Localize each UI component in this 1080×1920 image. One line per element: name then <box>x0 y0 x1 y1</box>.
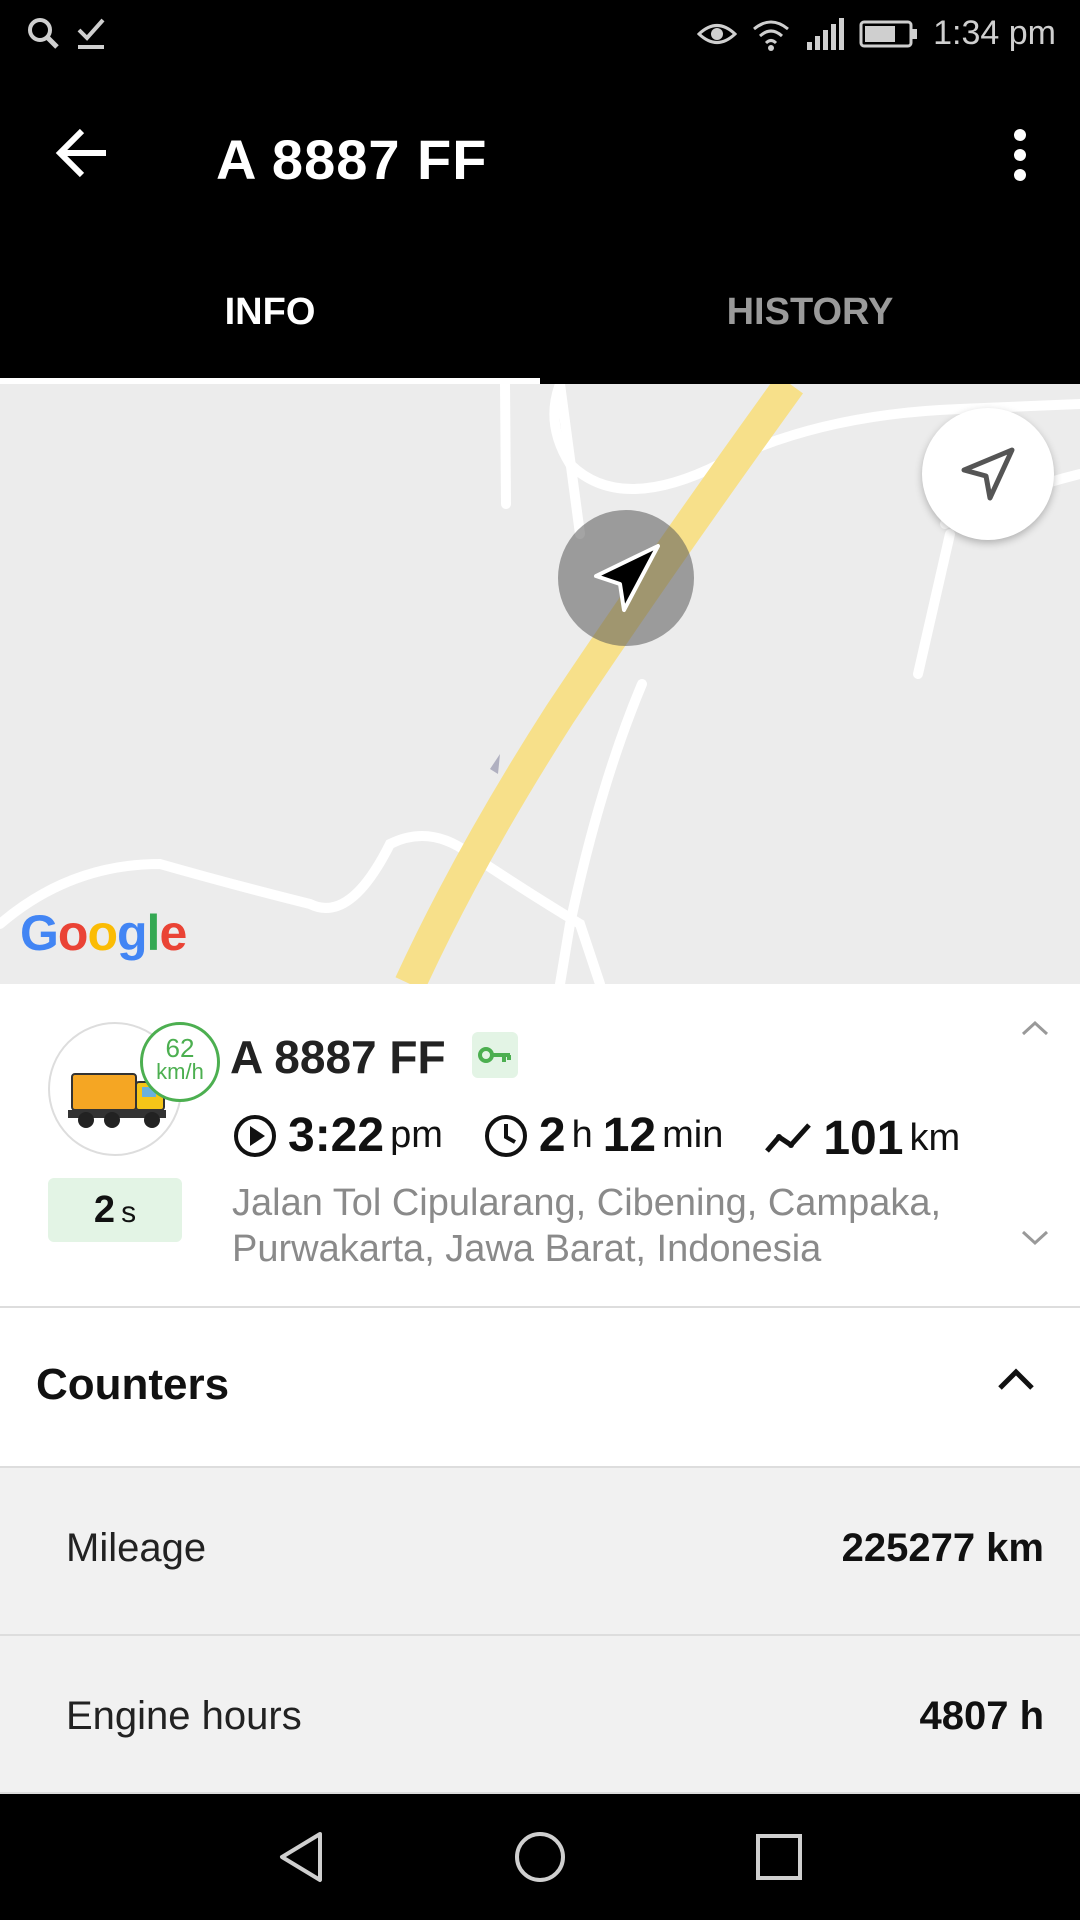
arrow-back-icon[interactable] <box>52 123 112 183</box>
distance-value: 101 <box>823 1112 904 1165</box>
chevron-down-icon[interactable] <box>1020 1228 1050 1248</box>
search-icon <box>28 18 59 49</box>
status-bar: 1:34 pm <box>0 0 1080 75</box>
tab-bar: INFO HISTORY <box>0 240 1080 384</box>
signal-icon <box>807 17 845 50</box>
duration-hours: 2 <box>538 1109 566 1162</box>
clock-icon <box>484 1114 527 1157</box>
wifi-icon <box>753 20 790 51</box>
chevron-up-icon[interactable] <box>1020 1018 1050 1038</box>
last-message-age-badge: 2 s <box>48 1178 182 1242</box>
play-circle-icon <box>234 1114 276 1157</box>
tab-history-label: HISTORY <box>726 290 894 333</box>
trip-start-time: 3:22 pm <box>232 1108 453 1163</box>
page-title: A 8887 FF <box>216 128 488 191</box>
counter-row-mileage: Mileage 225277 km <box>0 1468 1080 1636</box>
counters-title: Counters <box>36 1360 230 1409</box>
speed-badge: 62 km/h <box>140 1022 220 1102</box>
counter-row-engine-hours: Engine hours 4807 h <box>0 1636 1080 1794</box>
back-triangle-icon[interactable] <box>270 1826 332 1888</box>
recents-square-icon[interactable] <box>748 1826 810 1888</box>
duration-minutes-unit: min <box>662 1114 724 1156</box>
vehicle-heading-arrow-icon <box>594 544 660 612</box>
app-bar: A 8887 FF <box>0 75 1080 240</box>
duration-minutes: 12 <box>602 1109 657 1162</box>
system-nav-bar <box>0 1794 1080 1920</box>
counter-value: 4807 h <box>919 1694 1044 1738</box>
unit-address: Jalan Tol Cipularang, Cibening, Campaka,… <box>232 1182 942 1270</box>
home-circle-icon[interactable] <box>509 1826 571 1888</box>
map-view[interactable]: Google <box>0 384 1080 984</box>
eye-icon <box>697 23 738 44</box>
battery-icon <box>859 20 918 47</box>
more-vert-icon[interactable] <box>1000 125 1040 185</box>
trip-duration: 2 h 12 min <box>483 1108 733 1163</box>
ignition-badge <box>472 1032 518 1078</box>
trend-line-icon <box>765 1122 812 1153</box>
map-roads <box>0 384 1080 984</box>
counter-label: Mileage <box>66 1526 207 1570</box>
locate-button[interactable] <box>922 408 1054 540</box>
checkmark-icon <box>77 18 105 49</box>
key-icon <box>478 1047 511 1063</box>
unit-name: A 8887 FF <box>230 1031 446 1083</box>
tab-info-label: INFO <box>224 290 316 333</box>
vehicle-marker[interactable] <box>558 510 694 646</box>
distance-unit: km <box>909 1117 961 1159</box>
time-value: 3:22 <box>288 1109 385 1162</box>
age-unit: s <box>121 1196 137 1229</box>
tab-history[interactable]: HISTORY <box>540 240 1080 384</box>
trip-distance: 101 km <box>763 1111 970 1166</box>
time-unit: pm <box>390 1114 443 1156</box>
clock: 1:34 pm <box>933 14 1056 52</box>
age-value: 2 <box>93 1188 116 1231</box>
counter-value: 225277 km <box>841 1526 1044 1570</box>
counters-header[interactable]: Counters <box>0 1308 1080 1468</box>
speed-unit: km/h <box>156 1059 204 1084</box>
duration-hours-unit: h <box>571 1114 593 1156</box>
counter-label: Engine hours <box>66 1694 302 1738</box>
unit-card[interactable]: 62 km/h 2 s A 8887 FF 3:22 pm 2 h 12 min… <box>0 984 1080 1308</box>
google-logo: Google <box>20 905 187 961</box>
navigation-arrow-icon <box>961 447 1015 501</box>
tab-info[interactable]: INFO <box>0 240 540 384</box>
trip-stats: 3:22 pm 2 h 12 min 101 km <box>232 1108 1000 1166</box>
speed-value: 62 <box>165 1033 195 1063</box>
chevron-up-icon[interactable] <box>996 1366 1036 1392</box>
